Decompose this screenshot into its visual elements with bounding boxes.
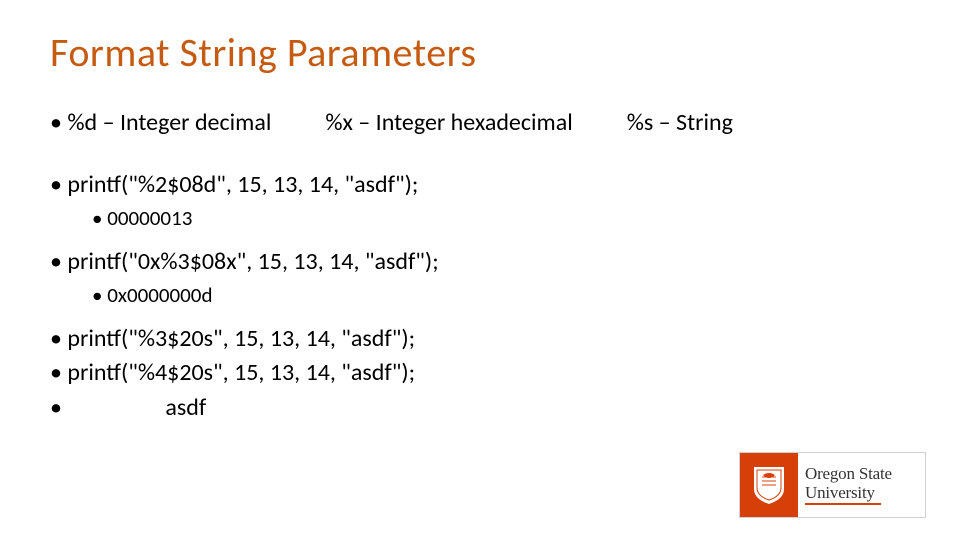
format-specifiers-row: • %d – Integer decimal %x – Integer hexa… [50,107,910,139]
format-d: • %d – Integer decimal [50,107,271,139]
slide-title: Format String Parameters [50,28,910,77]
output-line-2: • 0x0000000d [92,281,910,309]
osu-logo-shield-bg [740,453,798,517]
osu-logo-text: Oregon State University [798,453,925,517]
slide: Format String Parameters • %d – Integer … [0,0,960,540]
printf-line-1: • printf("%2$08d", 15, 13, 14, "asdf"); [50,169,910,201]
printf-line-3: • printf("%3$20s", 15, 13, 14, "asdf"); [50,323,910,355]
osu-logo-line1: Oregon State [805,465,925,483]
printf-line-2: • printf("0x%3$08x", 15, 13, 14, "asdf")… [50,246,910,278]
output-asdf: asdf [165,393,206,422]
shield-icon [752,465,786,505]
format-x: %x – Integer hexadecimal [325,107,572,139]
osu-logo: Oregon State University [739,452,926,518]
slide-body: • %d – Integer decimal %x – Integer hexa… [50,107,910,424]
bullet-prefix: • [50,393,62,422]
osu-logo-line2: University [805,484,881,505]
printf-line-5: • asdf [50,392,910,424]
printf-line-4: • printf("%4$20s", 15, 13, 14, "asdf"); [50,357,910,389]
output-line-1: • 00000013 [92,204,910,232]
format-s: %s – String [627,107,733,139]
